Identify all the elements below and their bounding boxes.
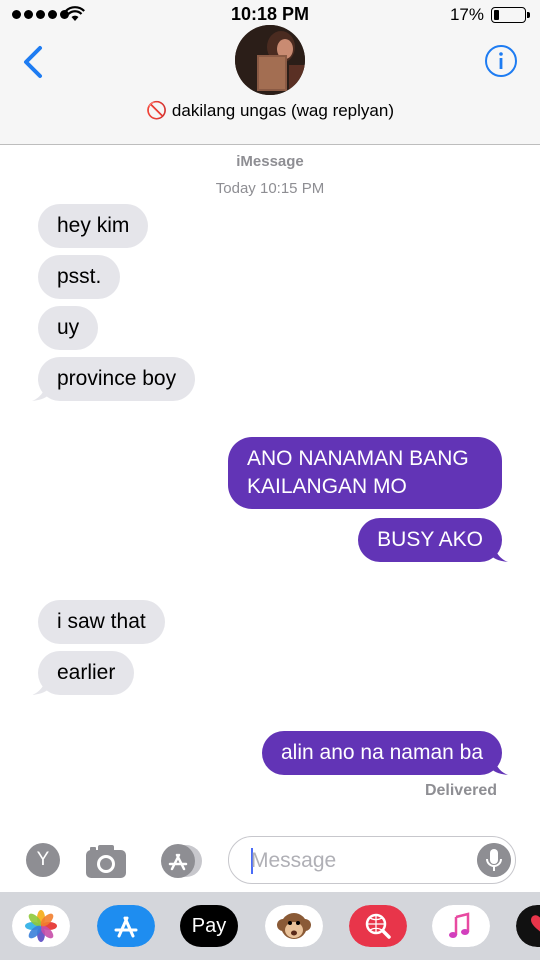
message-bubble-incoming[interactable]: province boy: [32, 357, 196, 401]
message-bubble-outgoing[interactable]: ANO NANAMAN BANG KAILANGAN MO: [228, 437, 502, 509]
app-store-icon[interactable]: [156, 843, 206, 879]
y-button[interactable]: Y: [26, 843, 60, 877]
animoji-monkey-icon[interactable]: [265, 905, 323, 947]
message-text: hey kim: [57, 214, 130, 237]
prohibited-emoji: 🚫: [146, 101, 168, 120]
contact-avatar[interactable]: [235, 25, 305, 95]
message-text: psst.: [57, 265, 102, 288]
message-text: earlier: [57, 661, 116, 684]
info-icon[interactable]: [484, 44, 518, 78]
message-text: uy: [57, 316, 80, 339]
message-bubble-outgoing[interactable]: BUSY AKO: [358, 518, 508, 562]
timestamp-time: 10:15 PM: [259, 180, 325, 197]
thread-timestamp: Today 10:15 PM: [0, 180, 540, 197]
message-input-field[interactable]: [228, 836, 516, 884]
music-icon[interactable]: [432, 905, 490, 947]
message-bubble-outgoing[interactable]: alin ano na naman ba: [262, 731, 508, 775]
battery-percent: 17%: [449, 5, 484, 24]
apple-pay-label: Pay: [191, 915, 227, 937]
bubble-tail: [490, 753, 508, 775]
message-text: i saw that: [57, 610, 146, 633]
chevron-left-icon[interactable]: [18, 42, 48, 82]
message-input[interactable]: [251, 847, 471, 875]
message-bubble-incoming[interactable]: psst.: [38, 255, 121, 299]
bubble-tail: [32, 673, 50, 695]
delivery-status: Delivered: [424, 782, 497, 799]
web-search-icon[interactable]: [349, 905, 407, 947]
contact-name: dakilang ungas (wag replyan): [171, 101, 394, 120]
service-label: iMessage: [236, 153, 304, 170]
battery-icon: [491, 7, 530, 23]
contact-name-row[interactable]: 🚫 dakilang ungas (wag replyan): [0, 101, 540, 121]
message-bubble-incoming[interactable]: i saw that: [38, 600, 165, 644]
message-text: alin ano na naman ba: [281, 741, 483, 764]
message-text: province boy: [57, 367, 177, 390]
message-text: ANO NANAMAN BANG KAILANGAN MO: [247, 447, 469, 498]
photos-icon[interactable]: [12, 905, 70, 947]
bubble-tail: [490, 540, 508, 562]
microphone-icon[interactable]: [477, 843, 511, 877]
camera-icon[interactable]: [85, 843, 127, 879]
messages-app: 10:18 PM 17% 🚫 dakilang ungas (wag reply…: [0, 0, 540, 960]
message-text: BUSY AKO: [377, 528, 483, 551]
bubble-tail: [32, 379, 50, 401]
message-bubble-incoming[interactable]: earlier: [32, 651, 135, 695]
app-store-icon[interactable]: [97, 905, 155, 947]
message-bubble-incoming[interactable]: hey kim: [38, 204, 149, 248]
apple-pay-icon[interactable]: Pay: [180, 905, 238, 947]
message-bubble-incoming[interactable]: uy: [38, 306, 99, 350]
timestamp-day: Today: [215, 180, 256, 197]
